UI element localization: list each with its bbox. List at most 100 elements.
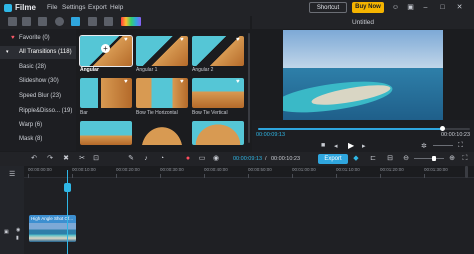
snap-icon[interactable]: ⊏ [369,155,377,163]
sidebar-item-speed-blur[interactable]: Speed Blur (23) [0,90,76,103]
track-eye-icon[interactable]: ◉ [16,227,20,233]
minimize-icon[interactable]: – [421,3,430,12]
sidebar-item-basic[interactable]: Basic (28) [0,61,76,74]
sidebar-item-slideshow[interactable]: Slideshow (30) [0,75,76,88]
preview-video [283,30,443,120]
transition-label: Bow Tie Vertical [192,110,228,116]
menu-settings[interactable]: Settings [62,4,86,11]
track-visibility-icon[interactable]: ▣ [4,229,9,235]
zoom-in-icon[interactable]: ⊕ [448,155,456,163]
microphone-icon[interactable]: ♪ [142,155,150,163]
crop-icon[interactable]: ⊡ [92,155,100,163]
menu-help[interactable]: Help [110,4,123,11]
ruler-tick-label: 00:01:00:00 [292,167,316,172]
folder-icon[interactable] [22,17,31,26]
filter-icon[interactable] [55,17,64,26]
sidebar-item-label: Ripple&Disso... (19) [19,108,73,114]
text-icon[interactable] [38,17,47,26]
zoom-slider-handle[interactable] [432,156,436,161]
track-header-column [0,178,24,254]
fit-icon[interactable]: ⛶ [461,155,469,163]
app-logo-icon [4,4,12,12]
favorite-heart-icon[interactable]: ♥ [180,37,184,43]
preview-current-time: 00:00:09:13 [256,132,286,138]
split-icon[interactable]: ✂ [78,155,86,163]
transition-thumb[interactable] [192,121,244,145]
playhead-handle[interactable] [64,183,71,192]
marker-icon[interactable]: ◆ [352,155,360,163]
ruler-tick-label: 00:00:30:00 [160,167,184,172]
sidebar-item-label: All Transitions (118) [19,49,72,55]
zoom-slider[interactable] [414,158,444,159]
transition-thumb[interactable] [80,121,132,145]
account-icon[interactable]: ☺ [391,3,400,12]
buy-now-button[interactable]: Buy Now [352,2,384,13]
close-icon[interactable]: ✕ [455,3,464,12]
ruler-tick-label: 00:01:30:00 [424,167,448,172]
timeline-scrollbar[interactable] [465,166,468,178]
preview-title: Untitled [252,16,474,29]
effects-icon[interactable] [88,17,97,26]
chevron-down-icon: ▾ [6,49,9,55]
menu-file[interactable]: File [47,4,57,11]
sidebar-item-warp[interactable]: Warp (6) [0,119,76,132]
stop-icon[interactable]: ■ [321,142,325,149]
grid-scrollbar[interactable] [248,33,250,143]
video-clip[interactable]: High Angle Shot Of... [29,215,76,242]
play-icon[interactable]: ▶ [348,141,354,150]
ruler-tick-label: 00:00:20:00 [116,167,140,172]
menu-export[interactable]: Export [88,4,107,11]
edit-icon[interactable]: ✎ [127,155,135,163]
maximize-icon[interactable]: □ [438,3,447,12]
timeline-current-time: 00:00:09:13 [233,156,263,162]
sidebar-item-favorite[interactable]: ♥ Favorite (0) [0,32,76,45]
sky [283,30,443,70]
transition-label: Angular 1 [136,67,158,73]
preview-progress-handle[interactable] [440,126,445,131]
zoom-out-icon[interactable]: ⊖ [402,155,410,163]
transition-icon[interactable] [71,17,80,26]
settings-icon[interactable]: ✲ [421,142,427,150]
sidebar-item-all-transitions[interactable]: ▾ All Transitions (118) [0,46,76,59]
timeline-total-time: 00:00:10:23 [271,156,301,162]
favorite-heart-icon[interactable]: ♥ [236,79,240,85]
shortcut-button[interactable]: Shortcut [309,2,347,13]
previous-frame-icon[interactable]: ◂ [334,142,338,150]
favorite-heart-icon[interactable]: ♥ [236,37,240,43]
clip-thumbnail [29,223,76,242]
favorite-heart-icon[interactable]: ♥ [180,79,184,85]
heart-icon: ♥ [11,35,15,41]
sidebar-item-label: Mask (8) [19,136,43,142]
preview-progress-fill [258,128,442,130]
transition-label: Angular 2 [192,67,214,73]
export-button[interactable]: Export [318,154,348,164]
delete-icon[interactable]: ✖ [62,155,70,163]
favorite-heart-icon[interactable]: ♥ [124,37,128,43]
app-name: Filme [15,3,36,12]
ruler-tick-label: 00:00:10:00 [72,167,96,172]
sidebar-item-ripple[interactable]: Ripple&Disso... (19) [0,105,76,118]
gift-icon[interactable]: ▣ [406,3,415,12]
ruler-tick-label: 00:01:20:00 [380,167,404,172]
speed-icon[interactable]: ◔ [158,155,166,163]
transition-label: Bar [80,110,88,116]
redo-icon[interactable]: ↷ [46,155,54,163]
volume-slider[interactable] [433,145,453,146]
color-icon[interactable] [121,17,141,26]
screen-record-icon[interactable]: ▭ [198,155,206,163]
track-menu-icon[interactable]: ☰ [9,170,15,178]
track-lock-icon[interactable]: ▮ [16,235,19,241]
fullscreen-icon[interactable]: ⛶ [458,142,463,150]
record-icon[interactable]: ● [184,155,192,163]
favorite-heart-icon[interactable]: ♥ [124,79,128,85]
elements-icon[interactable] [104,17,113,26]
transition-thumb[interactable] [136,121,188,145]
next-frame-icon[interactable]: ▸ [362,142,366,150]
sidebar-item-label: Favorite (0) [19,35,50,41]
media-icon[interactable] [8,17,17,26]
sidebar-item-mask[interactable]: Mask (8) [0,133,76,146]
add-icon[interactable]: + [101,44,110,53]
snapshot-icon[interactable]: ◉ [212,155,220,163]
undo-icon[interactable]: ↶ [30,155,38,163]
track-icon[interactable]: ⊟ [386,155,394,163]
